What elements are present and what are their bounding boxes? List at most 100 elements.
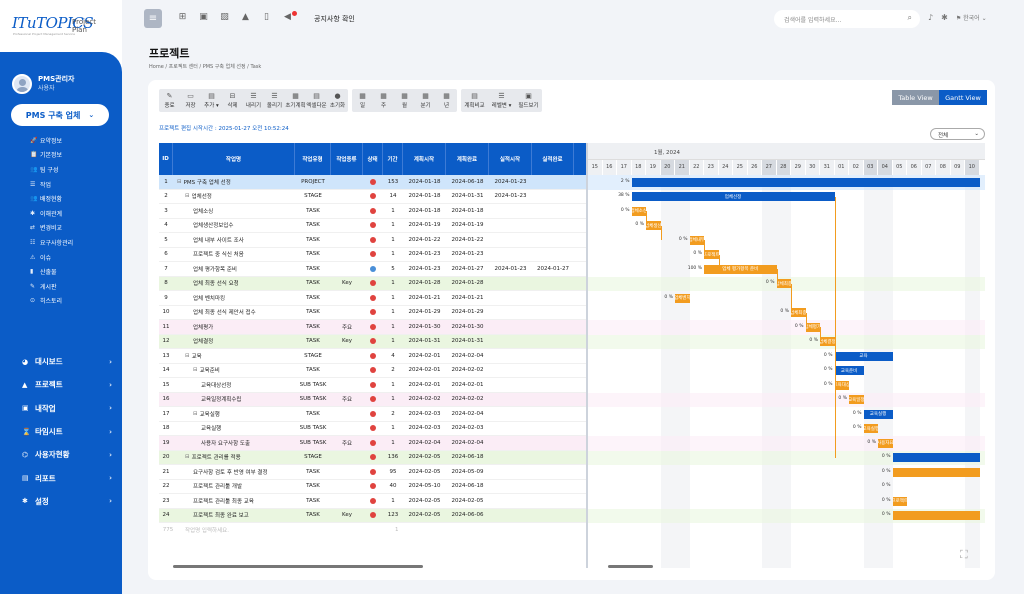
sidebar-subitem[interactable]: 👥 배정현황: [30, 191, 120, 206]
table-row[interactable]: 14 ⊟ 교육준비 TASK 2 2024-02-01 2024-02-02: [159, 364, 586, 378]
gantt-bar[interactable]: 업체평가: [805, 322, 820, 332]
toolbar-button[interactable]: ▤ 추가 ▾: [201, 89, 222, 112]
search-icon[interactable]: ⌕: [908, 13, 912, 23]
sidebar-subitem[interactable]: ⇄ 변경비교: [30, 221, 120, 236]
toolbar-button[interactable]: ☰ 내리기: [243, 89, 264, 112]
task-name[interactable]: 프로젝트 중 식신 처음: [193, 250, 244, 258]
table-row[interactable]: 19 사용자 요구사항 도출 SUB TASK 주요 1 2024-02-04 2024-0…: [159, 436, 586, 451]
gantt-bar[interactable]: 업체선정: [631, 192, 835, 201]
task-name[interactable]: 요구사항 검토 후 반영 여부 결정: [193, 468, 268, 476]
sidebar-subitem[interactable]: ☰ 작업: [30, 177, 120, 192]
sidebar-subitem[interactable]: ▮ 산출물: [30, 264, 120, 279]
task-name[interactable]: 업체소싱: [193, 207, 213, 215]
collapse-toggle-icon[interactable]: ⊟: [185, 193, 190, 199]
task-name[interactable]: 프로젝트 관리툴 최종 교육: [193, 497, 254, 505]
toolbar-button[interactable]: ▦ 분기: [415, 89, 436, 112]
table-row[interactable]: 21 요구사항 검토 후 반영 여부 결정 TASK 95 2024-02-05 2024…: [159, 465, 586, 480]
sidebar-nav-item[interactable]: ▣ 내작업 ›: [22, 397, 112, 420]
task-name[interactable]: 업체선정: [192, 192, 212, 200]
task-name[interactable]: 교육실행: [200, 410, 220, 418]
table-row[interactable]: 2 ⊟ 업체선정 STAGE 14 2024-01-18 2024-01-31 2024-01…: [159, 190, 586, 204]
grid-column-header[interactable]: 작업유형: [295, 143, 331, 175]
table-row[interactable]: 4 업체생산정보입수 TASK 1 2024-01-19 2024-01-19: [159, 219, 586, 233]
table-row[interactable]: 23 프로젝트 관리툴 최종 교육 TASK 1 2024-02-05 2024-02-0…: [159, 494, 586, 509]
task-name[interactable]: 업체평가: [193, 323, 213, 331]
table-row[interactable]: 22 프로젝트 관리툴 개발 TASK 40 2024-05-10 2024-06-18: [159, 480, 586, 494]
toolbar-button[interactable]: ▦ 년: [436, 89, 457, 112]
gantt-bar[interactable]: 업체생산: [646, 221, 661, 230]
task-name[interactable]: 교육일정계획수립: [201, 395, 241, 403]
breadcrumb-item[interactable]: 프로젝트 센터: [169, 64, 198, 70]
task-name[interactable]: 업체 내부 사이트 조사: [193, 236, 244, 244]
task-name[interactable]: 업체 평가항목 준비: [193, 265, 237, 273]
table-view-button[interactable]: Table View: [892, 90, 939, 105]
toolbar-button[interactable]: ▣ 필드보기: [515, 89, 542, 112]
gantt-bar[interactable]: [631, 177, 980, 187]
table-row[interactable]: 17 ⊟ 교육실행 TASK 2 2024-02-03 2024-02-04: [159, 407, 586, 422]
megaphone-icon[interactable]: ◀: [277, 11, 298, 22]
project-selector[interactable]: PMS 구축 업체 ⌄: [11, 104, 109, 126]
gallery-icon[interactable]: ▨: [214, 12, 235, 22]
collapse-toggle-icon[interactable]: ⊟: [193, 411, 198, 417]
toolbar-button[interactable]: ▭ 저장: [180, 89, 201, 112]
add-icon[interactable]: ⊞: [172, 12, 193, 22]
collapse-toggle-icon[interactable]: ⊟: [185, 353, 190, 359]
grid-column-header[interactable]: 실적완료: [532, 143, 574, 175]
language-selector[interactable]: ⚑ 한국어 ⌄: [956, 13, 987, 22]
toolbar-button[interactable]: ▤ 계획비교: [461, 89, 488, 112]
collapse-toggle-icon[interactable]: ⊟: [177, 179, 182, 185]
task-name[interactable]: 프로젝트 관리툴 개발: [193, 482, 242, 490]
gantt-bar[interactable]: 업체 평가항목 준비: [704, 264, 777, 274]
gantt-bar[interactable]: 교육실행: [863, 409, 893, 419]
add-row-placeholder[interactable]: 작업명 입력하세요.: [177, 526, 297, 534]
task-name[interactable]: 업체생산정보입수: [193, 221, 233, 229]
gantt-bar[interactable]: 업체최종: [791, 308, 806, 317]
collapse-toggle-icon[interactable]: ⊟: [193, 367, 198, 373]
clipboard-icon[interactable]: ▯: [256, 12, 277, 22]
grid-column-header[interactable]: 작업종류: [331, 143, 363, 175]
app-logo[interactable]: ITuTOPICS Project Plan Professional Proje…: [12, 14, 112, 38]
gantt-bar[interactable]: 교육실행: [863, 424, 878, 433]
toolbar-button[interactable]: ● 초기화: [327, 89, 348, 112]
table-row[interactable]: 1 ⊟ PMS 구축 업체 선정 PROJECT 153 2024-01-18 2024-0…: [159, 175, 586, 190]
gantt-bar[interactable]: 사용자요: [878, 438, 893, 448]
layout-icon[interactable]: ▣: [193, 12, 214, 22]
toolbar-button[interactable]: ▦ 월: [394, 89, 415, 112]
toolbar-button[interactable]: ▦ 주: [373, 89, 394, 112]
search-input[interactable]: 검색어를 입력하세요... ⌕: [774, 10, 920, 28]
fullscreen-icon[interactable]: ⛶: [960, 548, 974, 562]
task-name[interactable]: 프로젝트 최종 완료 보고: [193, 511, 249, 519]
gantt-bar[interactable]: 프로젝트: [704, 250, 719, 259]
task-name[interactable]: 업체 최종 선식 제안서 접수: [193, 308, 256, 316]
task-name[interactable]: PMS 구축 업체 선정: [184, 178, 231, 186]
gantt-bar[interactable]: 업체결정: [820, 337, 835, 346]
gantt-bar[interactable]: [892, 467, 980, 477]
toolbar-button[interactable]: ▦ 일: [352, 89, 373, 112]
toolbar-button[interactable]: ⊟ 삭제: [222, 89, 243, 112]
table-row[interactable]: 3 업체소싱 TASK 1 2024-01-18 2024-01-18: [159, 204, 586, 219]
task-name[interactable]: 업체 벤치마킹: [193, 294, 225, 302]
breadcrumb-item[interactable]: PMS 구축 업체 선정: [203, 64, 246, 70]
notice-link[interactable]: 공지사항 확인: [314, 14, 355, 24]
gantt-bar[interactable]: 프로젝트: [892, 496, 907, 506]
task-name[interactable]: 교육: [192, 352, 202, 360]
table-row[interactable]: 10 업체 최종 선식 제안서 접수 TASK 1 2024-01-29 2024-01-…: [159, 306, 586, 320]
gantt-bar[interactable]: 교육: [834, 351, 893, 361]
gantt-bar[interactable]: 업체내부: [689, 235, 704, 245]
warning-icon[interactable]: ▲: [235, 12, 256, 22]
table-row[interactable]: 15 교육대상선정 SUB TASK 1 2024-02-01 2024-02-01: [159, 378, 586, 393]
sidebar-subitem[interactable]: ✱ 이해관계: [30, 206, 120, 221]
sidebar-nav-item[interactable]: ⌬ 사용자현황 ›: [22, 443, 112, 466]
toolbar-button[interactable]: ▤ 엑셀다운: [306, 89, 327, 112]
menu-toggle-button[interactable]: ≡: [144, 9, 162, 28]
table-row[interactable]: 5 업체 내부 사이트 조사 TASK 1 2024-01-22 2024-01-22: [159, 233, 586, 248]
grid-column-header[interactable]: ID: [159, 143, 173, 175]
grid-column-header[interactable]: 작업명: [173, 143, 295, 175]
gantt-bar[interactable]: 업체최종: [776, 279, 791, 288]
toolbar-button[interactable]: ☰ 올리기: [264, 89, 285, 112]
table-row[interactable]: 16 교육일정계획수립 SUB TASK 주요 1 2024-02-02 2024-02-0…: [159, 392, 586, 407]
gantt-bar[interactable]: 업체소싱: [631, 206, 646, 216]
gantt-bar[interactable]: 교육준비: [834, 366, 864, 375]
bell-icon[interactable]: ♪: [928, 13, 933, 22]
table-row[interactable]: 9 업체 벤치마킹 TASK 1 2024-01-21 2024-01-21: [159, 291, 586, 306]
